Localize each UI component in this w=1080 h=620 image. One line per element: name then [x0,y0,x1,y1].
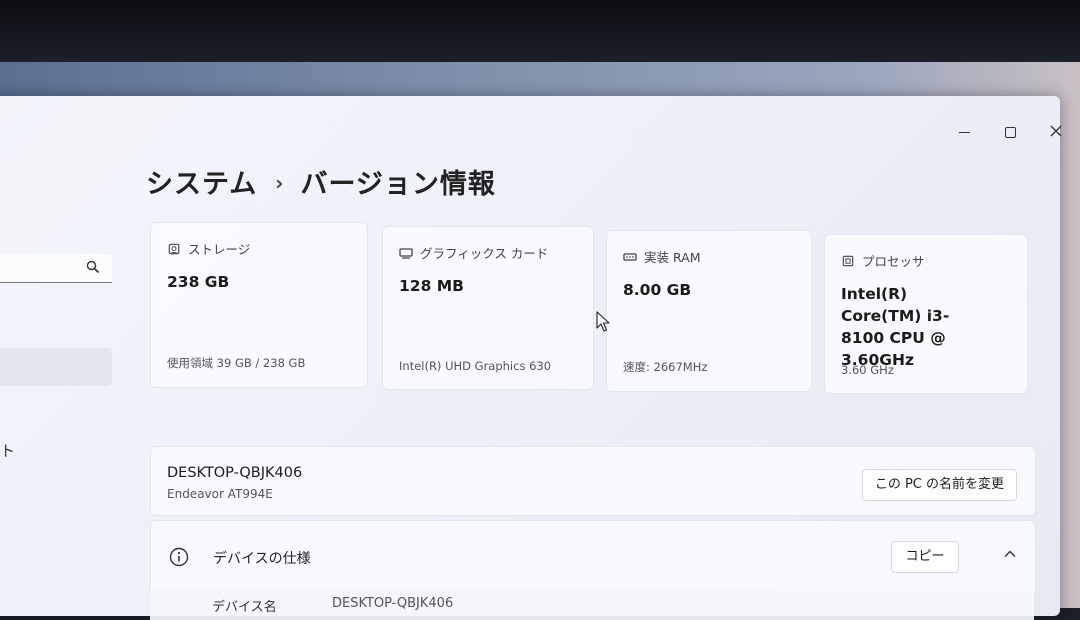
device-specs-header[interactable]: デバイスの仕様 コピー [150,520,1036,592]
processor-icon [842,255,854,266]
mouse-cursor-icon [596,311,610,332]
graphics-card-header: グラフィックス カード [399,243,548,262]
device-specs-first-row: デバイス名 DESKTOP-QBJK406 [150,590,1034,620]
graphics-card-label: グラフィックス カード [420,246,549,261]
graphics-card-icon [399,247,413,259]
info-icon [169,547,189,567]
device-specs-row-label: デバイス名 [212,600,277,615]
processor-card-detail: 3.60 GHz [841,363,894,377]
close-icon [1050,125,1062,137]
ram-icon [623,252,637,261]
sidebar-item-fragment[interactable]: ト [0,440,15,461]
processor-card-header: プロセッサ [841,251,925,270]
settings-search-input[interactable] [0,254,84,282]
maximize-icon [1004,127,1016,138]
chevron-up-icon[interactable] [1003,547,1017,561]
ram-card-value: 8.00 GB [623,281,692,299]
graphics-card-value: 128 MB [399,277,464,295]
search-icon[interactable] [86,260,100,274]
ram-card[interactable]: 実装 RAM 8.00 GB 速度: 2667MHz [606,230,812,392]
processor-card-label: プロセッサ [862,254,925,269]
device-specs-row-value: DESKTOP-QBJK406 [332,596,454,611]
storage-icon [168,243,180,254]
breadcrumb-parent[interactable]: システム [146,169,257,200]
storage-card-header: ストレージ [167,239,250,258]
breadcrumb-separator-icon: › [275,171,285,195]
processor-card-value: Intel(R) Core(TM) i3-8100 CPU @ 3.60GHz [841,285,950,369]
ram-card-label: 実装 RAM [644,250,701,265]
device-name-row: DESKTOP-QBJK406 Endeavor AT994E この PC の名… [150,446,1036,516]
ram-card-detail: 速度: 2667MHz [623,360,708,374]
settings-search-box[interactable] [0,254,112,283]
device-specs-title: デバイスの仕様 [213,551,311,567]
page-title: バージョン情報 [300,169,496,200]
window-controls [954,122,1066,142]
breadcrumb: システム › バージョン情報 [146,162,496,201]
storage-card-label: ストレージ [188,242,251,257]
ram-card-header: 実装 RAM [623,247,701,266]
monitor-bezel [0,0,1080,70]
storage-card-detail: 使用領域 39 GB / 238 GB [167,356,306,370]
copy-button[interactable]: コピー [891,541,959,573]
close-button[interactable] [1046,122,1066,142]
minimize-button[interactable] [954,122,974,142]
device-model: Endeavor AT994E [167,487,273,501]
graphics-card-detail: Intel(R) UHD Graphics 630 [399,359,552,373]
minimize-icon [958,132,970,133]
graphics-card-card[interactable]: グラフィックス カード 128 MB Intel(R) UHD Graphics… [382,226,594,390]
maximize-button[interactable] [1000,122,1020,142]
storage-card[interactable]: ストレージ 238 GB 使用領域 39 GB / 238 GB [150,222,368,388]
processor-card[interactable]: プロセッサ Intel(R) Core(TM) i3-8100 CPU @ 3.… [824,234,1028,394]
rename-pc-button[interactable]: この PC の名前を変更 [861,469,1017,501]
storage-card-value: 238 GB [167,273,230,291]
device-name: DESKTOP-QBJK406 [167,465,303,481]
sidebar-item-selected[interactable] [0,348,112,386]
